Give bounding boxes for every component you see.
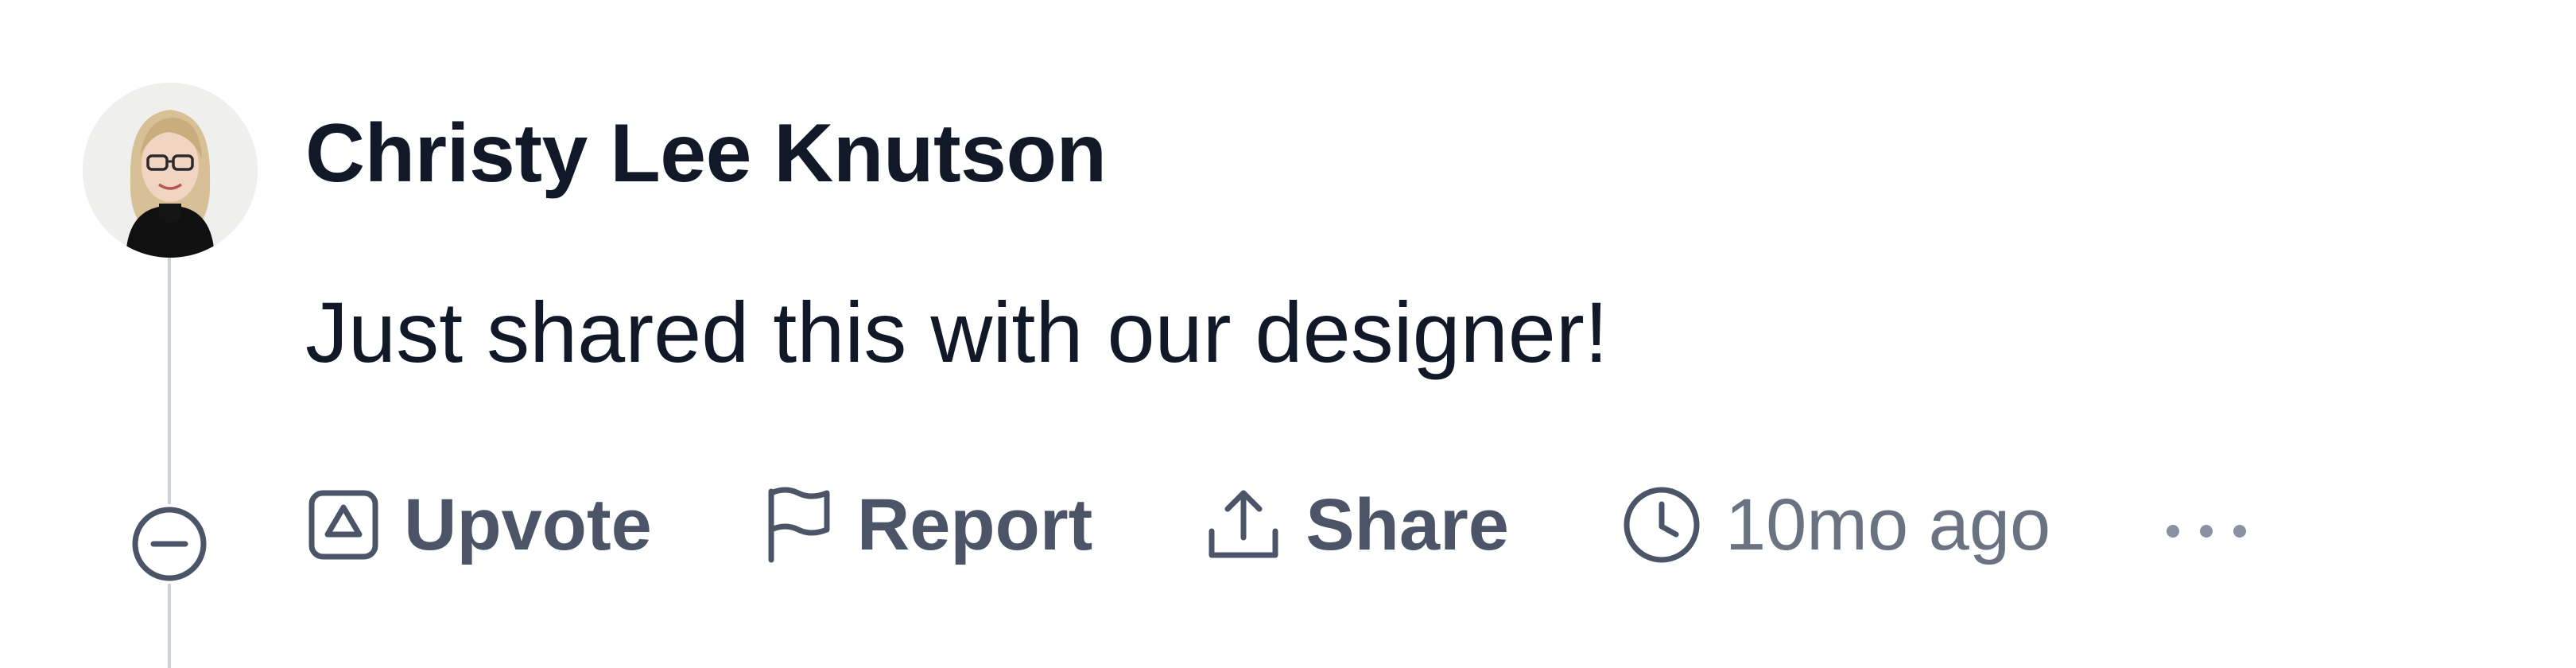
more-options-button[interactable] bbox=[2162, 477, 2251, 561]
thread-line bbox=[168, 254, 171, 668]
upvote-button[interactable]: Upvote bbox=[305, 484, 652, 567]
minus-circle-icon bbox=[132, 507, 207, 581]
more-horizontal-icon bbox=[2162, 477, 2251, 561]
comment-timestamp: 10mo ago bbox=[1620, 484, 2050, 567]
clock-icon bbox=[1620, 484, 1703, 566]
collapse-thread-button[interactable] bbox=[130, 504, 209, 584]
share-icon bbox=[1204, 485, 1283, 565]
upvote-icon bbox=[305, 487, 382, 563]
comment-actions: Upvote Report Share 10mo ago bbox=[305, 477, 2251, 573]
user-photo-icon bbox=[83, 83, 258, 258]
comment-author[interactable]: Christy Lee Knutson bbox=[305, 102, 1107, 205]
timestamp-text: 10mo ago bbox=[1724, 484, 2051, 565]
share-label: Share bbox=[1305, 484, 1509, 565]
comment-text: Just shared this with our designer! bbox=[305, 284, 1608, 380]
share-button[interactable]: Share bbox=[1204, 484, 1509, 567]
report-button[interactable]: Report bbox=[763, 484, 1092, 567]
upvote-label: Upvote bbox=[404, 484, 652, 565]
report-label: Report bbox=[856, 484, 1093, 565]
avatar[interactable] bbox=[83, 83, 258, 258]
flag-icon bbox=[763, 485, 835, 565]
